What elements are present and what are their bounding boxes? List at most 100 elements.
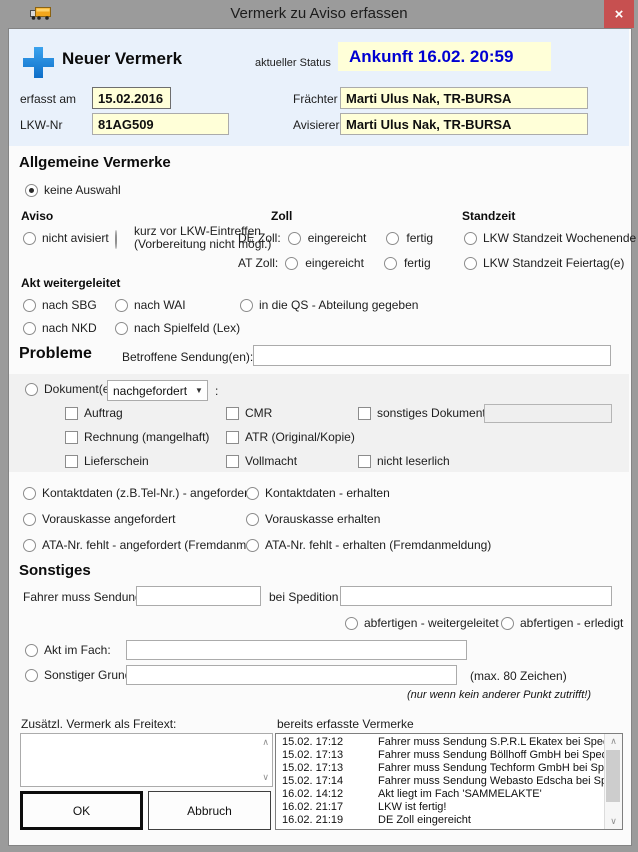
radio-icon[interactable] xyxy=(23,299,36,312)
fraechter-field[interactable] xyxy=(340,87,588,109)
radio-abfertigen-weitergeleitet[interactable]: abfertigen - weitergeleitet xyxy=(345,616,499,630)
checkbox-icon[interactable] xyxy=(226,431,239,444)
checkbox-icon[interactable] xyxy=(65,431,78,444)
colon-label: : xyxy=(215,384,218,398)
radio-nicht-avisiert[interactable]: nicht avisiert xyxy=(23,231,109,245)
radio-icon[interactable] xyxy=(23,513,36,526)
radio-icon[interactable] xyxy=(23,232,36,245)
scroll-down-icon[interactable]: ∨ xyxy=(262,773,269,782)
radio-at-zoll-eingereicht[interactable] xyxy=(285,257,298,270)
avisierer-field[interactable] xyxy=(340,113,588,135)
radio-vorauskasse-erhalten[interactable]: Vorauskasse erhalten xyxy=(246,512,380,526)
radio-de-zoll-fertig[interactable] xyxy=(386,232,399,245)
section-probleme: Probleme xyxy=(19,345,92,363)
list-item[interactable]: 15.02. 17:13 Fahrer muss Sendung Böllhof… xyxy=(276,749,605,762)
radio-icon[interactable] xyxy=(25,669,38,682)
bei-spedition-input[interactable] xyxy=(340,586,612,606)
radio-at-zoll-fertig[interactable] xyxy=(384,257,397,270)
radio-nach-spielfeld[interactable]: nach Spielfeld (Lex) xyxy=(115,321,240,335)
radio-standzeit-feiertage[interactable]: LKW Standzeit Feiertag(e) xyxy=(464,256,624,270)
checkbox-icon[interactable] xyxy=(226,455,239,468)
title-bar[interactable]: Vermerk zu Aviso erfassen × xyxy=(0,0,638,28)
radio-ata-angefordert[interactable]: ATA-Nr. fehlt - angefordert (Fremdanm.) xyxy=(23,538,254,552)
sonstiger-grund-input[interactable] xyxy=(126,665,457,685)
scroll-up-icon[interactable]: ∧ xyxy=(605,736,622,747)
list-item[interactable]: 15.02. 17:13 Fahrer muss Sendung Techfor… xyxy=(276,762,605,775)
scroll-up-icon[interactable]: ∧ xyxy=(262,738,269,747)
scroll-down-icon[interactable]: ∨ xyxy=(605,816,622,827)
fahrer-sendung-input[interactable] xyxy=(136,586,261,606)
dialog-window: Vermerk zu Aviso erfassen × Neuer Vermer… xyxy=(0,0,638,852)
radio-kontaktdaten-angefordert[interactable]: Kontaktdaten (z.B.Tel-Nr.) - angefordert xyxy=(23,486,251,500)
betroffene-sendungen-label: Betroffene Sendung(en): xyxy=(122,350,253,364)
radio-icon[interactable] xyxy=(246,513,259,526)
radio-dokumente[interactable]: Dokument(e) xyxy=(25,382,113,396)
list-item[interactable]: 16.02. 21:17 LKW ist fertig! xyxy=(276,801,605,814)
radio-ata-erhalten[interactable]: ATA-Nr. fehlt - erhalten (Fremdanmeldung… xyxy=(246,538,491,552)
checkbox-icon[interactable] xyxy=(226,407,239,420)
plus-icon xyxy=(22,46,55,84)
scrollbar-thumb[interactable] xyxy=(606,750,620,802)
radio-qs-abteilung[interactable]: in die QS - Abteilung gegeben xyxy=(240,298,418,312)
checkbox-atr[interactable]: ATR (Original/Kopie) xyxy=(226,430,355,444)
radio-icon[interactable] xyxy=(23,487,36,500)
radio-abfertigen-erledigt[interactable]: abfertigen - erledigt xyxy=(501,616,623,630)
radio-icon[interactable] xyxy=(115,299,128,312)
list-item[interactable]: 15.02. 17:14 Fahrer muss Sendung Webasto… xyxy=(276,775,605,788)
sonstiges-dokument-input[interactable] xyxy=(484,404,612,423)
radio-akt-im-fach[interactable]: Akt im Fach: xyxy=(25,643,111,657)
section-sonstiges: Sonstiges xyxy=(19,562,91,579)
radio-icon[interactable] xyxy=(25,644,38,657)
radio-icon[interactable] xyxy=(25,184,38,197)
erfasst-am-field[interactable] xyxy=(92,87,171,109)
radio-icon[interactable] xyxy=(246,487,259,500)
list-item[interactable]: 16.02. 14:12 Akt liegt im Fach 'SAMMELAK… xyxy=(276,788,605,801)
checkbox-icon[interactable] xyxy=(358,455,371,468)
betroffene-sendungen-input[interactable] xyxy=(253,345,611,366)
checkbox-icon[interactable] xyxy=(65,455,78,468)
radio-icon[interactable] xyxy=(464,257,477,270)
radio-icon[interactable] xyxy=(115,322,128,335)
cancel-button[interactable]: Abbruch xyxy=(148,791,271,830)
checkbox-rechnung[interactable]: Rechnung (mangelhaft) xyxy=(65,430,209,444)
checkbox-auftrag[interactable]: Auftrag xyxy=(65,406,123,420)
at-zoll-row: AT Zoll: eingereicht fertig xyxy=(238,256,431,270)
radio-icon[interactable] xyxy=(464,232,477,245)
radio-icon[interactable] xyxy=(23,322,36,335)
radio-nach-wai[interactable]: nach WAI xyxy=(115,298,186,312)
dokumente-status-select[interactable]: nachgefordert ▼ xyxy=(107,380,208,401)
freitext-textarea[interactable] xyxy=(21,734,257,790)
radio-vorauskasse-angefordert[interactable]: Vorauskasse angefordert xyxy=(23,512,175,526)
lkw-nr-field[interactable] xyxy=(92,113,229,135)
status-label: aktueller Status xyxy=(255,57,331,69)
radio-icon[interactable] xyxy=(501,617,514,630)
list-scrollbar[interactable]: ∧ ∨ xyxy=(604,734,622,829)
radio-kontaktdaten-erhalten[interactable]: Kontaktdaten - erhalten xyxy=(246,486,390,500)
radio-keine-auswahl[interactable]: keine Auswahl xyxy=(25,183,121,197)
akt-im-fach-input[interactable] xyxy=(126,640,467,660)
radio-de-zoll-eingereicht[interactable] xyxy=(288,232,301,245)
freitext-label: Zusätzl. Vermerk als Freitext: xyxy=(21,717,176,731)
checkbox-cmr[interactable]: CMR xyxy=(226,406,272,420)
ok-button[interactable]: OK xyxy=(20,791,143,830)
radio-nach-nkd[interactable]: nach NKD xyxy=(23,321,97,335)
radio-sonstiger-grund[interactable]: Sonstiger Grund: xyxy=(25,668,135,682)
list-item[interactable]: 16.02. 21:19 DE Zoll eingereicht xyxy=(276,814,605,827)
checkbox-lieferschein[interactable]: Lieferschein xyxy=(65,454,149,468)
close-button[interactable]: × xyxy=(604,0,634,28)
list-item[interactable]: 15.02. 17:12 Fahrer muss Sendung S.P.R.L… xyxy=(276,736,605,749)
checkbox-sonstiges-dokument[interactable]: sonstiges Dokument: xyxy=(358,406,489,420)
radio-icon[interactable] xyxy=(25,383,38,396)
checkbox-vollmacht[interactable]: Vollmacht xyxy=(226,454,297,468)
checkbox-icon[interactable] xyxy=(65,407,78,420)
checkbox-icon[interactable] xyxy=(358,407,371,420)
checkbox-nicht-leserlich[interactable]: nicht leserlich xyxy=(358,454,450,468)
radio-nach-sbg[interactable]: nach SBG xyxy=(23,298,97,312)
heading-aviso: Aviso xyxy=(21,209,53,223)
radio-icon[interactable] xyxy=(246,539,259,552)
radio-icon[interactable] xyxy=(345,617,358,630)
radio-icon[interactable] xyxy=(240,299,253,312)
radio-standzeit-wochenende[interactable]: LKW Standzeit Wochenende xyxy=(464,231,636,245)
radio-kurz-vor-eintreffen[interactable] xyxy=(115,230,117,249)
radio-icon[interactable] xyxy=(23,539,36,552)
